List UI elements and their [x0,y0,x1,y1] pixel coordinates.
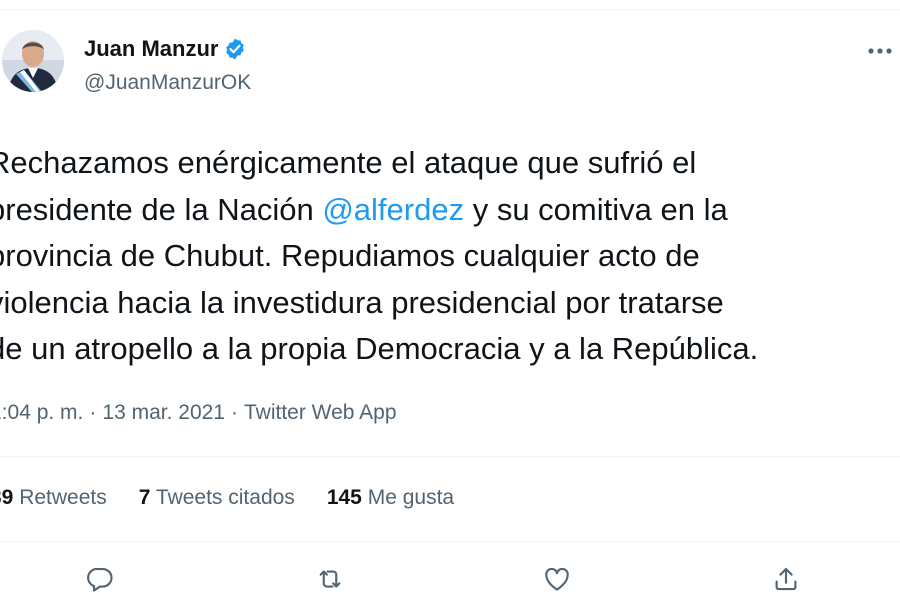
likes-stat[interactable]: 145 Me gusta [327,486,454,510]
tweet-line: provincia de Chubut. Repudiamos cualquie… [0,238,700,273]
meta-separator: · [230,401,238,424]
like-button[interactable] [537,561,577,597]
retweet-icon [319,570,341,588]
tweet-date[interactable]: 13 mar. 2021 [102,401,225,424]
author-name[interactable]: Juan Manzur [84,36,247,62]
quotes-count: 7 [138,486,151,509]
share-button[interactable] [766,561,806,597]
display-name: Juan Manzur [84,36,219,61]
retweets-count: 39 [0,486,14,509]
avatar-photo [2,30,64,92]
tweet-line: violencia hacia la investidura presidenc… [0,284,724,320]
mention-link[interactable]: @alferdez [322,192,464,227]
tweet-stats: 39 Retweets 7 Tweets citados 145 Me gust… [0,486,486,510]
avatar[interactable] [2,30,64,92]
likes-label: Me gusta [367,486,455,509]
tweet-detail: Juan Manzur @JuanManzurOK Rechazamos ené… [0,0,900,600]
tweet-source[interactable]: Twitter Web App [244,401,397,424]
share-icon [775,567,797,591]
tweet-line: de un atropello a la propia Democracia y… [0,331,759,366]
retweets-stat[interactable]: 39 Retweets [0,486,107,510]
quotes-label: Tweets citados [155,486,295,509]
like-icon [545,567,569,591]
reply-button[interactable] [80,561,120,597]
retweet-button[interactable] [310,561,350,597]
quotes-stat[interactable]: 7 Tweets citados [139,486,295,510]
retweets-label: Retweets [19,486,107,509]
tweet-time[interactable]: 1:04 p. m. [0,401,83,424]
top-divider [0,9,900,10]
tweet-line: presidente de la Nación @alferdez y su c… [0,191,728,227]
verified-badge-icon [226,38,245,60]
tweet-line: Rechazamos enérgicamente el ataque que s… [0,145,697,180]
likes-count: 145 [326,486,362,509]
tweet-text: Rechazamos enérgicamente el ataque que s… [0,140,900,373]
more-icon [868,48,892,54]
reply-icon [87,567,113,592]
tweet-meta: 1:04 p. m. ·13 mar. 2021· Twitter Web App [0,401,397,425]
divider [0,456,900,457]
divider [0,541,900,542]
more-options-button[interactable] [862,36,898,66]
meta-separator: · [89,401,97,424]
author-handle[interactable]: @JuanManzurOK [84,71,251,95]
